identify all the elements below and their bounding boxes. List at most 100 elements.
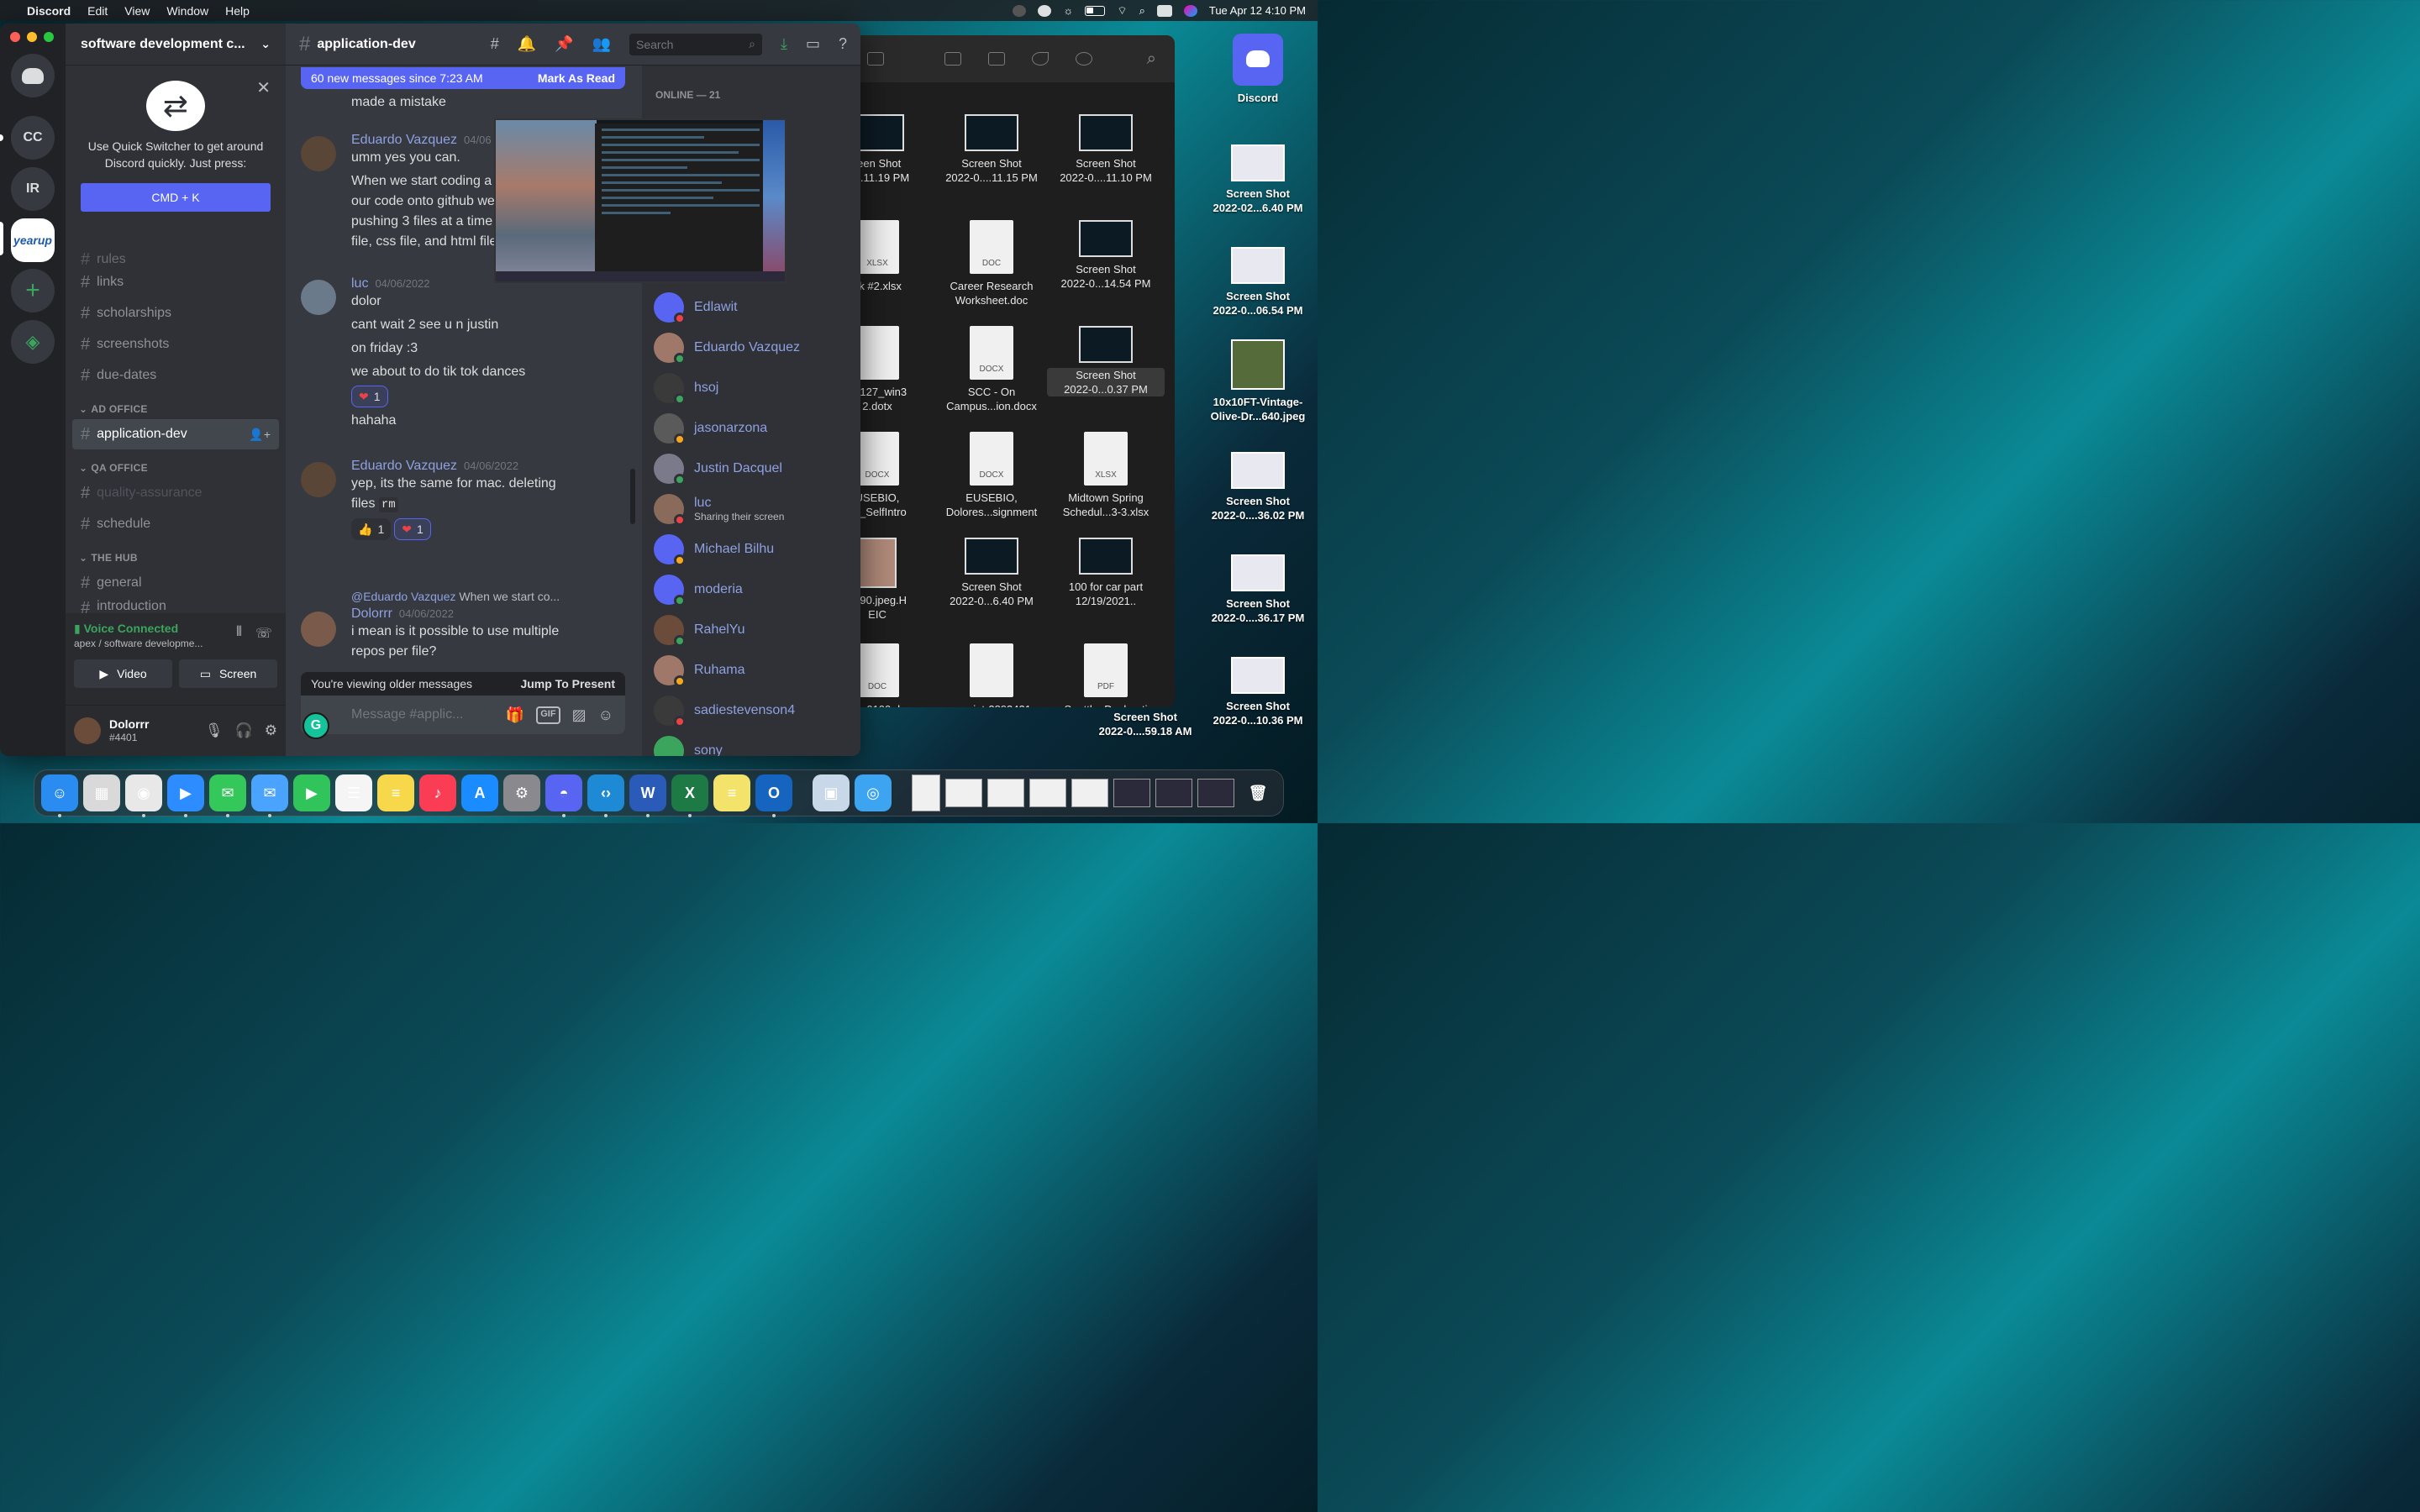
spotlight-search-icon[interactable]: ⌕ [1139, 4, 1145, 18]
avatar[interactable] [301, 462, 336, 497]
reminders-icon[interactable]: ☰ [335, 774, 372, 811]
threads-icon[interactable]: # [491, 35, 499, 53]
member-item[interactable]: jasonarzona [654, 410, 767, 447]
channel-links[interactable]: # links [72, 267, 279, 297]
gift-icon[interactable]: 🎁 [506, 706, 524, 724]
finder-file[interactable]: DOCX USEBIO, es_SelfIntro [849, 432, 936, 519]
jump-to-present-button[interactable]: Jump To Present [520, 677, 615, 690]
inbox-icon[interactable]: ▭ [806, 35, 820, 53]
view-toggle-icon[interactable] [867, 52, 884, 66]
close-window-button[interactable] [10, 32, 20, 42]
finder-file[interactable]: Screen Shot 2022-0...0.37 PM [1047, 326, 1165, 396]
member-item[interactable]: Michael Bilhu [654, 531, 774, 568]
desktop-file[interactable]: Screen Shot 2022-0....36.02 PM [1203, 452, 1313, 522]
finder-file[interactable]: Screen Shot 2022-0...6.40 PM [933, 538, 1050, 608]
close-icon[interactable]: ✕ [256, 77, 271, 98]
user-info[interactable]: Dolorrr #4401 [109, 717, 149, 744]
finder-file[interactable]: receipt-2893421 [933, 643, 1050, 707]
message-author[interactable]: luc [351, 276, 368, 291]
battery-icon[interactable] [1085, 5, 1106, 16]
vscode-icon[interactable]: ‹› [587, 774, 624, 817]
member-item[interactable]: luc Sharing their screen [654, 491, 784, 528]
invite-icon[interactable]: 👤+ [249, 428, 271, 442]
search-input[interactable]: Search ⌕ [629, 33, 762, 55]
screen-share-preview[interactable] [494, 118, 786, 283]
desktop-file[interactable]: 10x10FT-Vintage- Olive-Dr...640.jpeg [1203, 339, 1313, 423]
finder-file[interactable]: DOC 05_0100.do [849, 643, 936, 707]
member-item[interactable]: sadiestevenson4 [654, 692, 795, 729]
finder-file[interactable]: Screen Shot 2022-0....11.10 PM [1047, 114, 1165, 185]
finder-file[interactable]: DOCX EUSEBIO, Dolores...signment [933, 432, 1050, 519]
mark-as-read-button[interactable]: Mark As Read [538, 71, 615, 85]
member-item[interactable]: Edlawit [654, 289, 738, 326]
server-ir[interactable]: IR [11, 167, 55, 211]
member-item[interactable]: RahelYu [654, 612, 745, 648]
finder-file[interactable]: 100 for car part 12/19/2021.. [1047, 538, 1165, 608]
music-icon[interactable]: ♪ [419, 774, 456, 811]
message-author[interactable]: Dolorrr [351, 606, 392, 621]
add-server-icon[interactable]: + [11, 269, 55, 312]
help-icon[interactable]: ? [839, 35, 847, 53]
screen-share-button[interactable]: ▭ Screen [179, 659, 277, 688]
channel-screenshots[interactable]: # screenshots [72, 329, 279, 360]
finder-file[interactable]: reen Shot 0....11.19 PM [849, 114, 936, 185]
quick-switcher-shortcut-button[interactable]: CMD + K [81, 183, 271, 212]
chat-scrollbar[interactable] [630, 469, 635, 524]
menu-clock[interactable]: Tue Apr 12 4:10 PM [1209, 4, 1306, 17]
menu-view[interactable]: View [124, 4, 150, 18]
pinned-messages-icon[interactable]: 📌 [555, 35, 573, 53]
message-author[interactable]: Eduardo Vazquez [351, 459, 457, 473]
screen-record-icon[interactable] [1013, 4, 1027, 17]
message-author[interactable]: Eduardo Vazquez [351, 133, 457, 147]
desktop-file[interactable]: Screen Shot 2022-0...06.54 PM [1203, 247, 1313, 318]
finder-file[interactable]: Screen Shot 2022-0...14.54 PM [1047, 220, 1165, 291]
minimized-window[interactable] [1029, 779, 1066, 807]
finder-file[interactable]: 38127_win3 2.dotx [849, 326, 936, 413]
discord-home-icon[interactable] [11, 54, 55, 97]
chrome-icon[interactable]: ◉ [125, 774, 162, 817]
finder-file[interactable]: XLSX ek #2.xlsx [849, 220, 936, 293]
minimized-window[interactable] [987, 779, 1024, 807]
notification-bell-icon[interactable]: 🔔 [518, 35, 536, 53]
video-button[interactable]: ▶ Video [74, 659, 172, 688]
zoom-window-button[interactable] [44, 32, 54, 42]
finder-search-icon[interactable]: ⌕ [1147, 50, 1156, 69]
minimized-window[interactable] [1155, 779, 1192, 807]
facetime-icon[interactable]: ▶ [293, 774, 330, 811]
explore-servers-icon[interactable]: ◈ [11, 320, 55, 364]
avatar[interactable] [301, 136, 336, 171]
member-item[interactable]: Ruhama [654, 652, 744, 689]
minimized-window[interactable] [1071, 779, 1108, 807]
channel-quality-assurance[interactable]: # quality-assurance [72, 478, 279, 508]
category-the-hub[interactable]: ⌄ THE HUB [66, 540, 286, 567]
avatar[interactable] [301, 612, 336, 647]
notes-icon[interactable]: ≡ [377, 774, 414, 811]
word-icon[interactable]: W [629, 774, 666, 817]
wifi-icon[interactable]: ⌔ [1117, 4, 1127, 18]
channel-general[interactable]: # general [72, 568, 279, 598]
message-composer[interactable]: Message #applic... 🎁 GIF ▨ ☺ [301, 696, 625, 734]
messages-icon[interactable]: ✉ [209, 774, 246, 817]
channel-application-dev[interactable]: # application-dev 👤+ [72, 419, 279, 449]
settings-gear-icon[interactable]: ⚙ [265, 722, 277, 739]
grammarly-menu-icon[interactable] [1038, 4, 1052, 17]
channel-introduction[interactable]: # introduction [72, 599, 279, 614]
reaction-heart[interactable]: ❤ 1 [351, 386, 388, 407]
download-icon[interactable]: ⤓ [781, 35, 787, 53]
discord-icon[interactable]: ◓ [545, 774, 582, 817]
channel-due-dates[interactable]: # due-dates [72, 360, 279, 391]
outlook-icon[interactable]: O [755, 774, 792, 817]
reply-preview[interactable]: @Eduardo Vazquez When we start co... [351, 590, 629, 603]
system-preferences-icon[interactable]: ⚙ [503, 774, 540, 811]
member-list-icon[interactable]: 👥 [592, 35, 611, 53]
desktop-file[interactable]: Screen Shot 2022-0...10.36 PM [1203, 657, 1313, 727]
minimized-window[interactable] [912, 774, 940, 811]
safari-icon[interactable]: ◎ [855, 774, 892, 811]
finder-file[interactable]: Screen Shot 2022-0....11.15 PM [933, 114, 1050, 185]
reaction-thumbs-up[interactable]: 👍 1 [351, 518, 392, 540]
category-qa-office[interactable]: ⌄ QA OFFICE [66, 450, 286, 477]
share-icon[interactable] [988, 52, 1005, 66]
new-messages-banner[interactable]: 60 new messages since 7:23 AM Mark As Re… [301, 67, 625, 89]
grammarly-icon[interactable]: G [302, 712, 329, 739]
sticker-icon[interactable]: ▨ [572, 706, 587, 724]
